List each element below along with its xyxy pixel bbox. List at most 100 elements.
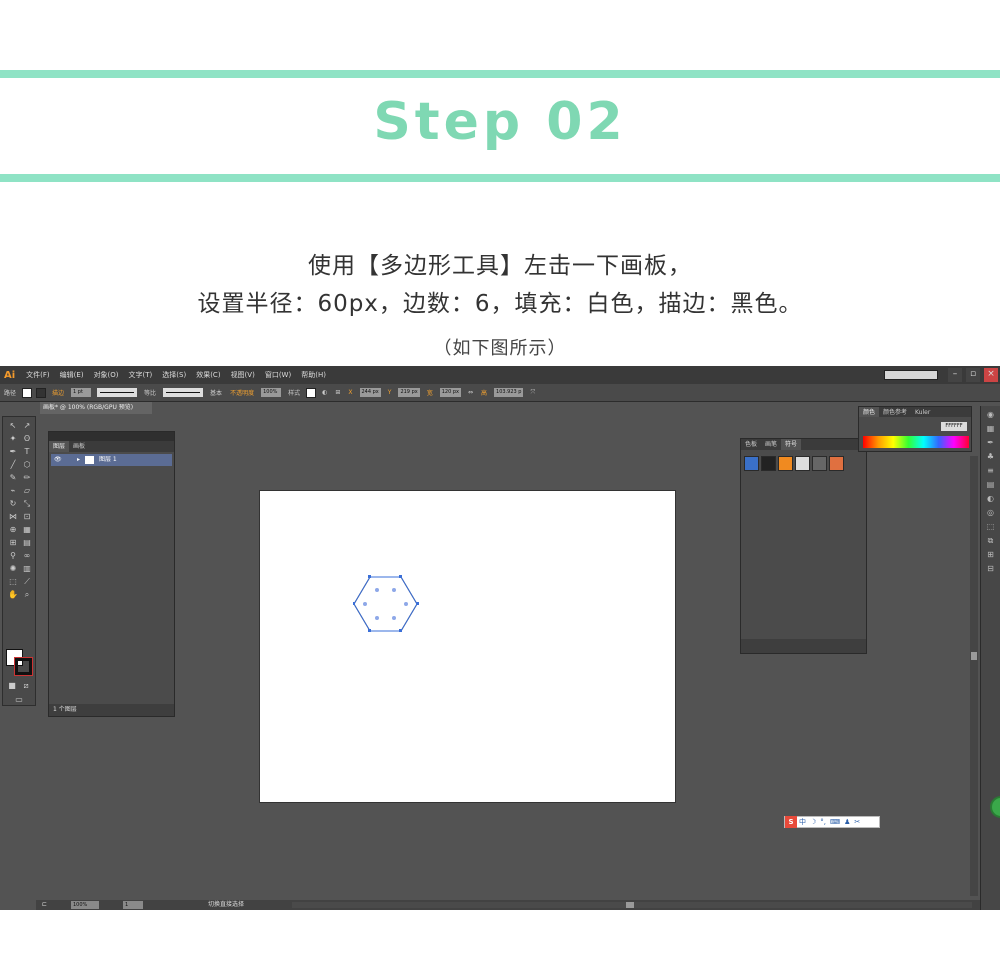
blend-tool-icon[interactable]: ∞ xyxy=(21,551,33,561)
brush-definition[interactable] xyxy=(163,388,204,397)
transform-icon[interactable]: ⤧ xyxy=(526,389,539,397)
hexagon-shape[interactable] xyxy=(353,574,423,636)
x-field[interactable]: 244 px xyxy=(359,388,381,397)
tab-layers[interactable]: 图层 xyxy=(49,441,70,452)
align-icon[interactable]: ⊞ xyxy=(331,389,344,396)
ime-toolbar[interactable]: S 中 ☽ °, ⌨ ♟ ✂ xyxy=(784,816,880,828)
tab-color-guide[interactable]: 颜色参考 xyxy=(879,407,911,417)
maximize-icon[interactable]: ▫ xyxy=(966,368,980,382)
brushes-dock-icon[interactable]: ✒ xyxy=(985,438,997,448)
y-field[interactable]: 219 px xyxy=(398,388,420,397)
link-icon[interactable]: ⇔ xyxy=(464,389,477,396)
minimize-icon[interactable]: – xyxy=(948,368,962,382)
menu-effect[interactable]: 效果(C) xyxy=(191,370,225,380)
menu-view[interactable]: 视图(V) xyxy=(226,370,260,380)
transparency-dock-icon[interactable]: ◐ xyxy=(985,494,997,504)
pathfinder-dock-icon[interactable]: ⊟ xyxy=(985,564,997,574)
mesh-tool-icon[interactable]: ⊞ xyxy=(7,538,19,548)
pen-tool-icon[interactable]: ✒ xyxy=(7,447,19,457)
width-field[interactable]: 120 px xyxy=(439,388,461,397)
menu-edit[interactable]: 编辑(E) xyxy=(55,370,89,380)
stroke-swatch[interactable] xyxy=(36,387,47,398)
tab-kuler[interactable]: Kuler xyxy=(911,407,934,417)
color-mode-icon[interactable]: ■ xyxy=(6,681,18,691)
symbols-dock-icon[interactable]: ♣ xyxy=(985,452,997,462)
appearance-dock-icon[interactable]: ◎ xyxy=(985,508,997,518)
height-field[interactable]: 103.923 p xyxy=(494,388,524,397)
stroke-label[interactable]: 描边 xyxy=(48,388,68,397)
lasso-tool-icon[interactable]: ʘ xyxy=(21,434,33,444)
menu-object[interactable]: 对象(O) xyxy=(89,370,124,380)
search-input[interactable] xyxy=(884,370,938,380)
gradient-dock-icon[interactable]: ▤ xyxy=(985,480,997,490)
ime-punct-icon[interactable]: °, xyxy=(818,818,828,826)
selection-tool-icon[interactable]: ↖ xyxy=(7,421,19,431)
tab-symbols[interactable]: 符号 xyxy=(781,439,802,450)
color-spectrum[interactable] xyxy=(863,436,969,448)
ime-skin-icon[interactable]: ♟ xyxy=(842,818,852,826)
pencil-tool-icon[interactable]: ✏ xyxy=(21,473,33,483)
blob-brush-tool-icon[interactable]: ⌁ xyxy=(7,486,19,496)
menu-help[interactable]: 帮助(H) xyxy=(296,370,331,380)
artboard[interactable] xyxy=(259,490,676,803)
color-dock-icon[interactable]: ◉ xyxy=(985,410,997,420)
document-tab[interactable]: 画板* @ 100% (RGB/GPU 预览) xyxy=(40,402,152,414)
layers-dock-icon[interactable]: ⧉ xyxy=(985,536,997,546)
variable-width-profile[interactable] xyxy=(97,388,138,397)
ime-keyboard-icon[interactable]: ⌨ xyxy=(828,818,842,826)
style-swatch[interactable] xyxy=(306,387,317,398)
line-tool-icon[interactable]: ╱ xyxy=(7,460,19,470)
visibility-eye-icon[interactable]: 👁 xyxy=(54,454,62,466)
column-graph-tool-icon[interactable]: ▥ xyxy=(21,564,33,574)
artboard-number-field[interactable]: 1 xyxy=(123,901,143,909)
menu-file[interactable]: 文件(F) xyxy=(21,370,55,380)
expand-triangle-icon[interactable]: ▸ xyxy=(77,454,80,466)
tab-swatches[interactable]: 色板 xyxy=(741,439,761,450)
swatches-dock-icon[interactable]: ▦ xyxy=(985,424,997,434)
symbol-item[interactable] xyxy=(778,456,793,471)
vertical-scroll-thumb[interactable] xyxy=(971,652,977,660)
eraser-tool-icon[interactable]: ▱ xyxy=(21,486,33,496)
menu-type[interactable]: 文字(T) xyxy=(124,370,158,380)
ime-settings-icon[interactable]: ✂ xyxy=(852,818,862,826)
navigation-icon[interactable]: ⊏ xyxy=(42,900,47,910)
align-dock-icon[interactable]: ⊞ xyxy=(985,550,997,560)
scale-tool-icon[interactable]: ⤡ xyxy=(21,499,33,509)
hex-color-field[interactable]: FFFFFF xyxy=(941,422,967,431)
perspective-grid-tool-icon[interactable]: ▦ xyxy=(21,525,33,535)
type-tool-icon[interactable]: T xyxy=(21,447,33,457)
tab-color[interactable]: 颜色 xyxy=(859,407,880,417)
panel-header[interactable] xyxy=(49,432,174,441)
ime-language[interactable]: 中 xyxy=(797,817,808,827)
horizontal-scroll-thumb[interactable] xyxy=(626,902,634,908)
symbol-sprayer-tool-icon[interactable]: ✺ xyxy=(7,564,19,574)
none-mode-icon[interactable]: ⧄ xyxy=(20,681,32,691)
menu-window[interactable]: 窗口(W) xyxy=(260,370,296,380)
artboard-tool-icon[interactable]: ⬚ xyxy=(7,577,19,587)
close-icon[interactable]: × xyxy=(984,368,998,382)
recolor-icon[interactable]: ◐ xyxy=(318,389,331,396)
menu-select[interactable]: 选择(S) xyxy=(157,370,191,380)
hand-tool-icon[interactable]: ✋ xyxy=(7,590,19,600)
ime-moon-icon[interactable]: ☽ xyxy=(808,818,818,826)
polygon-tool-icon[interactable]: ⬡ xyxy=(21,460,33,470)
symbol-item[interactable] xyxy=(761,456,776,471)
direct-selection-tool-icon[interactable]: ↗ xyxy=(21,421,33,431)
opacity-label[interactable]: 不透明度 xyxy=(226,388,258,397)
zoom-field[interactable]: 100% xyxy=(71,901,99,909)
layer-row[interactable]: 👁 ▸ 图层 1 xyxy=(51,454,172,466)
stroke-weight-field[interactable]: 1 pt xyxy=(71,388,92,397)
opacity-field[interactable]: 100% xyxy=(261,388,282,397)
fill-swatch[interactable] xyxy=(22,387,33,398)
magic-wand-tool-icon[interactable]: ✦ xyxy=(7,434,19,444)
paintbrush-tool-icon[interactable]: ✎ xyxy=(7,473,19,483)
stroke-dock-icon[interactable]: ≡ xyxy=(985,466,997,476)
symbol-item[interactable] xyxy=(812,456,827,471)
width-tool-icon[interactable]: ⋈ xyxy=(7,512,19,522)
rotate-tool-icon[interactable]: ↻ xyxy=(7,499,19,509)
screen-mode-icon[interactable]: ▭ xyxy=(13,695,25,705)
eyedropper-tool-icon[interactable]: ⚲ xyxy=(7,551,19,561)
vertical-scrollbar[interactable] xyxy=(970,456,978,896)
tab-artboards[interactable]: 画板 xyxy=(69,441,89,452)
graphic-styles-dock-icon[interactable]: ⬚ xyxy=(985,522,997,532)
